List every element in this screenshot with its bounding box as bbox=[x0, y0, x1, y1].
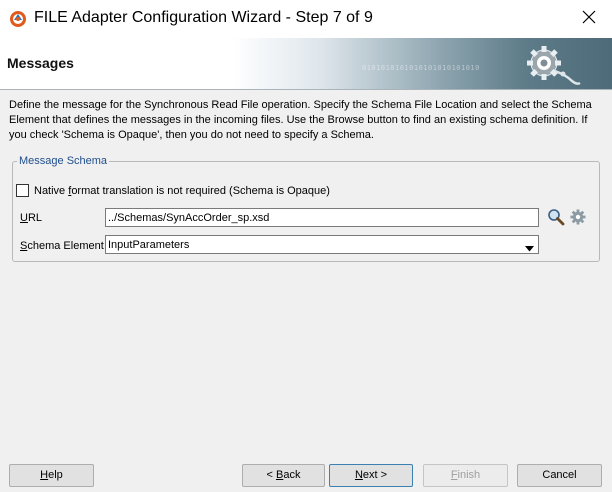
schema-element-label: Schema Element bbox=[20, 240, 104, 252]
binary-pattern-text: 0101010101010101010101010 bbox=[362, 64, 480, 72]
page-title: Messages bbox=[7, 55, 74, 71]
message-schema-legend: Message Schema bbox=[17, 155, 110, 168]
next-button[interactable]: Next > bbox=[329, 464, 413, 487]
close-icon bbox=[582, 10, 596, 29]
finish-button[interactable]: Finish bbox=[423, 464, 508, 487]
chevron-down-icon bbox=[525, 242, 534, 252]
schema-element-value: InputParameters bbox=[108, 239, 190, 251]
opaque-schema-checkbox[interactable] bbox=[16, 184, 29, 197]
message-schema-group: Message Schema Native format translation… bbox=[12, 155, 600, 262]
gear-icon[interactable] bbox=[570, 209, 586, 225]
gear-icon bbox=[522, 41, 582, 87]
search-icon[interactable] bbox=[547, 208, 565, 226]
wizard-header-banner: Messages 0101010101010101010101010 bbox=[0, 38, 612, 90]
opaque-schema-option[interactable]: Native format translation is not require… bbox=[16, 184, 330, 197]
schema-element-select[interactable]: InputParameters bbox=[105, 235, 539, 254]
back-button[interactable]: < Back bbox=[242, 464, 325, 487]
oracle-jdeveloper-icon bbox=[9, 10, 27, 28]
window-title: FILE Adapter Configuration Wizard - Step… bbox=[34, 9, 373, 26]
title-bar: FILE Adapter Configuration Wizard - Step… bbox=[0, 0, 612, 38]
close-button[interactable] bbox=[566, 0, 612, 38]
step-description: Define the message for the Synchronous R… bbox=[9, 99, 592, 141]
url-label: URL bbox=[20, 212, 43, 224]
cancel-button[interactable]: Cancel bbox=[517, 464, 602, 487]
url-input[interactable]: ../Schemas/SynAccOrder_sp.xsd bbox=[105, 208, 539, 227]
opaque-schema-label: Native format translation is not require… bbox=[34, 184, 330, 197]
help-button[interactable]: Help bbox=[9, 464, 94, 487]
